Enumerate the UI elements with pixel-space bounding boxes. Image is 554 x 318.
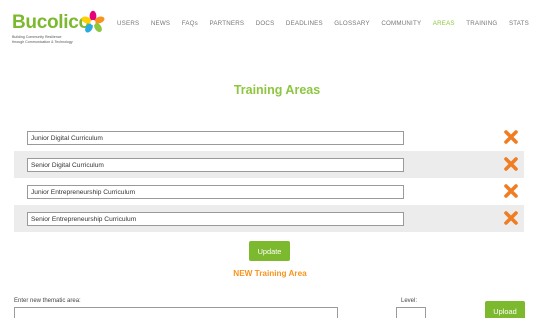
nav-item-glossary[interactable]: GLOSSARY: [334, 20, 370, 27]
level-input[interactable]: [396, 307, 426, 318]
brand-logo[interactable]: Bucolico Building Community Resilience t…: [12, 10, 107, 46]
nav-item-training[interactable]: TRAINING: [466, 20, 497, 27]
area-name-input[interactable]: [27, 131, 404, 145]
delete-x-icon[interactable]: [503, 156, 519, 172]
flower-logo-icon: [81, 10, 105, 33]
brand-tagline-line2: through Communication & Technology: [12, 39, 73, 44]
brand-tagline: Building Community Resilience through Co…: [12, 35, 73, 44]
thematic-area-input[interactable]: [14, 307, 338, 318]
nav-item-areas[interactable]: AREAS: [433, 20, 455, 27]
thematic-area-label: Enter new thematic area:: [14, 298, 81, 304]
site-header: Bucolico Building Community Resilience t…: [0, 0, 554, 50]
nav-item-docs[interactable]: DOCS: [256, 20, 275, 27]
update-button[interactable]: Update: [249, 241, 290, 261]
level-label: Level:: [401, 298, 418, 304]
area-name-input[interactable]: [27, 185, 404, 199]
delete-x-icon[interactable]: [503, 183, 519, 199]
nav-item-community[interactable]: COMMUNITY: [381, 20, 421, 27]
area-row: [14, 124, 524, 151]
nav-item-stats[interactable]: STATS: [509, 20, 529, 27]
delete-x-icon[interactable]: [503, 129, 519, 145]
area-name-input[interactable]: [27, 212, 404, 226]
area-row: [14, 205, 524, 232]
nav-item-faqs[interactable]: FAQs: [182, 20, 198, 27]
new-area-title: NEW Training Area: [233, 269, 307, 278]
delete-x-icon[interactable]: [503, 210, 519, 226]
upload-button[interactable]: Upload: [485, 301, 525, 318]
page-title: Training Areas: [233, 83, 321, 97]
nav-item-users[interactable]: USERS: [117, 20, 139, 27]
main-nav: USERS NEWS FAQs PARTNERS DOCS DEADLINES …: [117, 20, 540, 27]
nav-item-deadlines[interactable]: DEADLINES: [286, 20, 323, 27]
nav-item-partners[interactable]: PARTNERS: [209, 20, 244, 27]
area-row: [14, 151, 524, 178]
area-name-input[interactable]: [27, 158, 404, 172]
nav-item-news[interactable]: NEWS: [151, 20, 170, 27]
brand-name: Bucolico: [12, 12, 90, 33]
area-row: [14, 178, 524, 205]
